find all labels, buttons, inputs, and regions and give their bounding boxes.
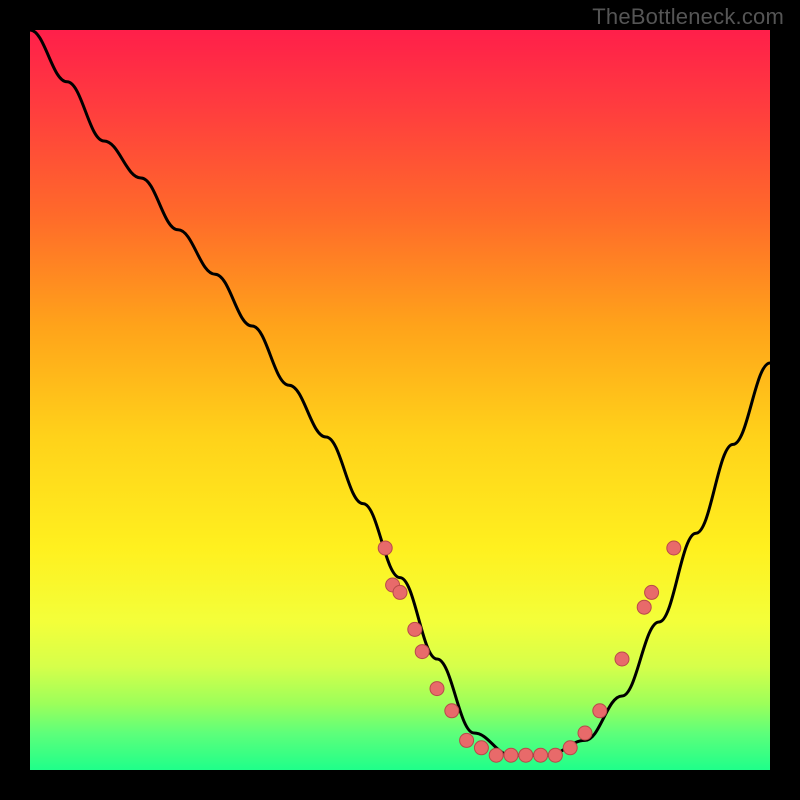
chart-frame: TheBottleneck.com xyxy=(0,0,800,800)
data-marker xyxy=(460,733,474,747)
watermark-text: TheBottleneck.com xyxy=(592,4,784,30)
data-marker xyxy=(415,645,429,659)
data-marker xyxy=(548,748,562,762)
data-marker xyxy=(378,541,392,555)
data-marker xyxy=(534,748,548,762)
chart-plot-area xyxy=(30,30,770,770)
data-marker xyxy=(615,652,629,666)
data-marker xyxy=(519,748,533,762)
data-marker xyxy=(489,748,503,762)
data-marker xyxy=(667,541,681,555)
data-marker xyxy=(593,704,607,718)
data-marker xyxy=(563,741,577,755)
data-marker xyxy=(578,726,592,740)
data-marker xyxy=(393,585,407,599)
data-marker xyxy=(474,741,488,755)
bottleneck-curve xyxy=(30,30,770,755)
data-marker xyxy=(445,704,459,718)
data-marker xyxy=(637,600,651,614)
data-marker xyxy=(408,622,422,636)
data-marker xyxy=(430,682,444,696)
data-marker xyxy=(504,748,518,762)
data-marker xyxy=(645,585,659,599)
chart-svg xyxy=(30,30,770,770)
